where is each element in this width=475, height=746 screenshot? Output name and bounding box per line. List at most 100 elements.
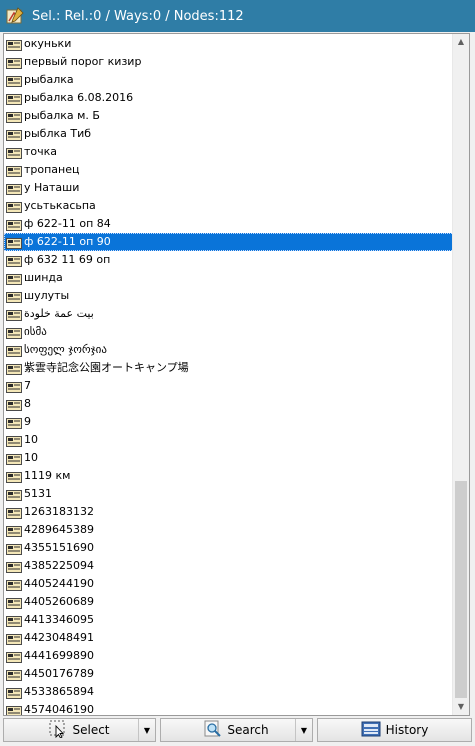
node-icon [6, 453, 22, 467]
list-item[interactable]: 4355151690 [4, 539, 454, 557]
list-item[interactable]: 10 [4, 449, 454, 467]
list-item[interactable]: 7 [4, 377, 454, 395]
node-icon [6, 183, 22, 197]
list-item-label: рыбалка м. Б [24, 109, 100, 122]
node-icon [6, 165, 22, 179]
list-item-label: 8 [24, 397, 31, 410]
node-icon [6, 93, 22, 107]
history-icon [361, 721, 381, 740]
list-item[interactable]: рыбалка 6.08.2016 [4, 89, 454, 107]
list-item[interactable]: بيت عمة خلودة [4, 305, 454, 323]
list-item[interactable]: 8 [4, 395, 454, 413]
vertical-scrollbar[interactable]: ▲ ▼ [452, 34, 469, 715]
node-icon [6, 615, 22, 629]
search-dropdown-arrow-icon[interactable]: ▼ [295, 719, 312, 741]
list-item-label: ф 622-11 оп 90 [24, 235, 111, 248]
list-item[interactable]: 4405244190 [4, 575, 454, 593]
node-icon [6, 291, 22, 305]
list-item[interactable]: 4385225094 [4, 557, 454, 575]
list-item[interactable]: 10 [4, 431, 454, 449]
list-item[interactable]: у Наташи [4, 179, 454, 197]
list-item-label: 4405260689 [24, 595, 94, 608]
list-item-label: 4385225094 [24, 559, 94, 572]
list-item[interactable]: 4289645389 [4, 521, 454, 539]
list-item-label: 4413346095 [24, 613, 94, 626]
scroll-up-arrow-icon[interactable]: ▲ [453, 34, 469, 50]
list-item[interactable]: шинда [4, 269, 454, 287]
node-icon [6, 111, 22, 125]
list-item-label: рыбалка [24, 73, 74, 86]
node-icon [6, 345, 22, 359]
node-icon [6, 471, 22, 485]
select-cursor-icon [49, 720, 67, 741]
list-item[interactable]: 4405260689 [4, 593, 454, 611]
list-item[interactable]: 9 [4, 413, 454, 431]
node-icon [6, 57, 22, 71]
node-icon [6, 687, 22, 701]
list-item-label: 7 [24, 379, 31, 392]
node-icon [6, 399, 22, 413]
list-item[interactable]: 1119 км [4, 467, 454, 485]
list-item[interactable]: 5131 [4, 485, 454, 503]
node-icon [6, 237, 22, 251]
list-item[interactable]: рыблка Тиб [4, 125, 454, 143]
select-label: Select [72, 723, 110, 737]
search-label: Search [227, 723, 269, 737]
list-item[interactable]: усьтькасьпа [4, 197, 454, 215]
list-item-label: 9 [24, 415, 31, 428]
list-item[interactable]: точка [4, 143, 454, 161]
node-icon [6, 417, 22, 431]
list-rows: окуньки первый порог кизир рыбалка рыбалка … [4, 35, 454, 715]
list-item[interactable]: ф 622-11 оп 90 [4, 233, 454, 251]
list-item-label: тропанец [24, 163, 80, 176]
node-icon [6, 651, 22, 665]
list-item[interactable]: სოფელ ჯორჯია [4, 341, 454, 359]
list-item-label: 1263183132 [24, 505, 94, 518]
list-item[interactable]: 4441699890 [4, 647, 454, 665]
node-icon [6, 579, 22, 593]
node-icon [6, 381, 22, 395]
search-icon [204, 720, 222, 741]
list-item[interactable]: шулуты [4, 287, 454, 305]
list-item[interactable]: рыбалка м. Б [4, 107, 454, 125]
node-icon [6, 507, 22, 521]
list-item-label: 4355151690 [24, 541, 94, 554]
node-icon [6, 129, 22, 143]
list-item[interactable]: 4450176789 [4, 665, 454, 683]
list-item[interactable]: ф 632 11 69 оп [4, 251, 454, 269]
select-dropdown-arrow-icon[interactable]: ▼ [138, 719, 155, 741]
list-item[interactable]: ф 622-11 оп 84 [4, 215, 454, 233]
list-item[interactable]: ისმა [4, 323, 454, 341]
node-icon [6, 561, 22, 575]
list-item[interactable]: рыбалка [4, 71, 454, 89]
scrollbar-thumb[interactable] [455, 481, 467, 698]
node-icon [6, 255, 22, 269]
list-item[interactable]: окуньки [4, 35, 454, 53]
list-item[interactable]: тропанец [4, 161, 454, 179]
list-item[interactable]: 4413346095 [4, 611, 454, 629]
list-item-label: 4423048491 [24, 631, 94, 644]
list-item[interactable]: 4533865894 [4, 683, 454, 701]
list-item[interactable]: 1263183132 [4, 503, 454, 521]
list-item[interactable]: 4574046190 [4, 701, 454, 715]
list-item-label: шинда [24, 271, 63, 284]
search-button[interactable]: Search ▼ [160, 718, 313, 742]
scroll-down-arrow-icon[interactable]: ▼ [453, 699, 469, 715]
select-button[interactable]: Select ▼ [3, 718, 156, 742]
list-item-label: рыблка Тиб [24, 127, 92, 140]
list-item[interactable]: 4423048491 [4, 629, 454, 647]
list-item[interactable]: первый порог кизир [4, 53, 454, 71]
list-item-label: усьтькасьпа [24, 199, 96, 212]
history-button[interactable]: History [317, 718, 472, 742]
list-item-label: 10 [24, 451, 38, 464]
node-icon [6, 543, 22, 557]
list-item-label: 4405244190 [24, 577, 94, 590]
list-item-label: у Наташи [24, 181, 80, 194]
list-item[interactable]: 紫雲寺記念公園オートキャンプ場 [4, 359, 454, 377]
node-icon [6, 435, 22, 449]
list-item-label: 10 [24, 433, 38, 446]
list-item-label: шулуты [24, 289, 70, 302]
list-item-label: 4533865894 [24, 685, 94, 698]
node-list[interactable]: окуньки первый порог кизир рыбалка рыбалка … [3, 33, 470, 716]
list-item-label: ф 632 11 69 оп [24, 253, 111, 266]
